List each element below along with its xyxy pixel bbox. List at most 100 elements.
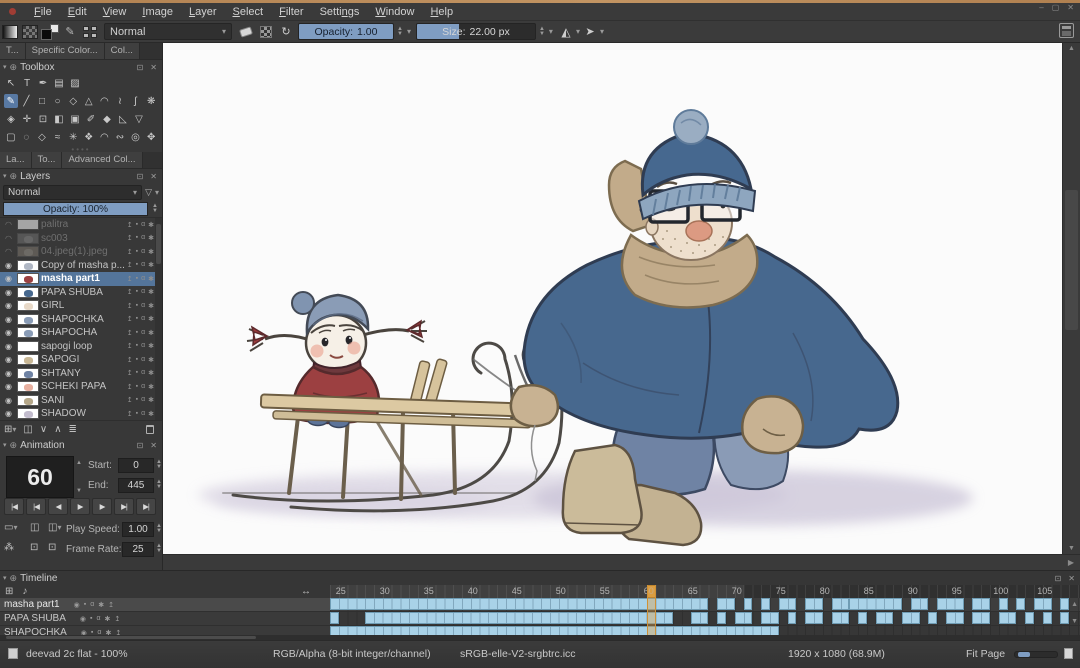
- maximize-icon[interactable]: ▢: [1052, 3, 1060, 12]
- end-spinner[interactable]: ▲▼: [156, 480, 162, 490]
- tool-ellipse-select[interactable]: ◌: [20, 130, 34, 144]
- tab-t[interactable]: T...: [0, 43, 26, 59]
- move-layer-down-button[interactable]: ∨: [40, 424, 47, 435]
- lock-icon[interactable]: ▪: [136, 329, 138, 337]
- menu-image[interactable]: Image: [134, 5, 181, 19]
- tool-color-sampler[interactable]: ✐: [84, 112, 98, 126]
- pin-icon[interactable]: ↥: [127, 261, 133, 269]
- pin-icon[interactable]: ↥: [127, 288, 133, 296]
- lock-icon[interactable]: ▪: [136, 234, 138, 242]
- lock-icon[interactable]: ▪: [136, 356, 138, 364]
- layer-row[interactable]: ◠04.jpeg(1).jpeg↥▪α✱: [0, 245, 162, 259]
- reload-preset-button[interactable]: ↻: [277, 23, 295, 41]
- visibility-toggle-icon[interactable]: ◉: [2, 288, 15, 297]
- visibility-toggle-icon[interactable]: ◠: [2, 234, 15, 243]
- auto-frame-button[interactable]: ◫: [30, 522, 39, 533]
- current-frame-display[interactable]: 60: [6, 456, 74, 498]
- alpha-icon[interactable]: α: [141, 288, 145, 296]
- tool-polyline[interactable]: △: [82, 94, 96, 108]
- tool-gradient[interactable]: ▣: [68, 112, 82, 126]
- layer-row[interactable]: ◉sapogi loop↥▪α✱: [0, 340, 162, 354]
- properties-icon[interactable]: ✱: [148, 315, 154, 323]
- tool-assistants[interactable]: ▽: [132, 112, 146, 126]
- visibility-icon[interactable]: ◉: [80, 615, 86, 623]
- pin-icon[interactable]: ↥: [127, 383, 133, 391]
- keyframe-segment[interactable]: [972, 598, 990, 610]
- keyframe-segment[interactable]: [330, 612, 339, 624]
- timeline-vertical-spinner[interactable]: ▲▼: [1071, 601, 1078, 625]
- fg-bg-color-button[interactable]: [41, 23, 59, 41]
- alpha-icon[interactable]: α: [141, 248, 145, 256]
- scrollbar-thumb[interactable]: [6, 636, 256, 639]
- pin-icon[interactable]: ↥: [127, 356, 133, 364]
- properties-icon[interactable]: ✱: [148, 261, 154, 269]
- visibility-toggle-icon[interactable]: ◉: [2, 409, 15, 418]
- pin-icon[interactable]: ↥: [127, 234, 133, 242]
- layer-row[interactable]: ◉SANI↥▪α✱: [0, 394, 162, 408]
- tool-text[interactable]: T: [20, 76, 34, 90]
- keyframe-segment[interactable]: [761, 598, 770, 610]
- canvas-vertical-scrollbar[interactable]: ▲ ▼: [1062, 43, 1080, 554]
- layer-row[interactable]: ◉SHAPOCHKA↥▪α✱: [0, 313, 162, 327]
- keyframe-segment[interactable]: [946, 612, 964, 624]
- visibility-toggle-icon[interactable]: ◉: [2, 261, 15, 270]
- zoom-mode[interactable]: Fit Page: [966, 648, 1005, 660]
- tool-bezier-curve[interactable]: ◠: [98, 94, 112, 108]
- lock-icon[interactable]: ▪: [136, 221, 138, 229]
- audio-icon[interactable]: ♪: [22, 586, 27, 597]
- move-layer-up-button[interactable]: ∧: [54, 424, 61, 435]
- keyframe-segment[interactable]: [1060, 612, 1069, 624]
- alpha-icon[interactable]: α: [90, 601, 94, 609]
- canvas[interactable]: [163, 43, 1062, 554]
- tool-transform[interactable]: ◈: [4, 112, 18, 126]
- onion-skin-button[interactable]: ▭▾: [4, 522, 17, 533]
- lock-icon[interactable]: ▪: [136, 248, 138, 256]
- layer-filter-icon[interactable]: ▽: [145, 187, 152, 198]
- layer-row[interactable]: ◉SHADOW↥▪α✱: [0, 407, 162, 420]
- layer-blend-mode-dropdown[interactable]: Normal ▾: [3, 185, 142, 200]
- keyframe-segment[interactable]: [1060, 598, 1069, 610]
- wrap-around-button[interactable]: ➤: [581, 23, 599, 41]
- close-docker-icon[interactable]: ✕: [148, 441, 159, 450]
- opacity-options-caret[interactable]: ▾: [407, 27, 411, 36]
- drop-frames-button[interactable]: ⊡: [30, 542, 38, 553]
- alpha-icon[interactable]: α: [141, 275, 145, 283]
- keyframe-segment[interactable]: [365, 612, 673, 624]
- pin-icon[interactable]: ↥: [127, 302, 133, 310]
- keyframe-segment[interactable]: [1025, 612, 1034, 624]
- alpha-icon[interactable]: α: [141, 410, 145, 418]
- wrap-around-caret[interactable]: ▾: [600, 27, 604, 36]
- properties-icon[interactable]: ✱: [148, 369, 154, 377]
- pin-icon[interactable]: ↥: [127, 396, 133, 404]
- gradient-button[interactable]: [1, 23, 19, 41]
- tool-ellipse[interactable]: ○: [51, 94, 65, 108]
- alpha-icon[interactable]: α: [141, 369, 145, 377]
- properties-icon[interactable]: ✱: [98, 601, 104, 609]
- timeline-layer-row[interactable]: masha part1◉▪α✱↥: [0, 598, 330, 612]
- float-docker-icon[interactable]: ⊡: [135, 441, 146, 450]
- menu-view[interactable]: View: [95, 5, 135, 19]
- properties-icon[interactable]: ✱: [105, 615, 111, 623]
- tab-la[interactable]: La...: [0, 152, 32, 168]
- properties-icon[interactable]: ✱: [148, 248, 154, 256]
- visibility-icon[interactable]: ◉: [74, 601, 80, 609]
- alpha-icon[interactable]: α: [96, 615, 100, 623]
- collapse-icon[interactable]: ▾: [3, 63, 7, 71]
- properties-icon[interactable]: ✱: [148, 342, 154, 350]
- layer-properties-button[interactable]: ≣: [69, 424, 77, 435]
- zoom-slider[interactable]: [1014, 651, 1058, 658]
- tool-similar-select[interactable]: ❖: [82, 130, 96, 144]
- menu-window[interactable]: Window: [367, 5, 422, 19]
- timeline-frame-row[interactable]: [330, 612, 1080, 626]
- properties-icon[interactable]: ✱: [148, 302, 154, 310]
- keyframe-segment[interactable]: [849, 598, 902, 610]
- pattern-button[interactable]: [21, 23, 39, 41]
- alpha-icon[interactable]: α: [141, 342, 145, 350]
- delete-layer-button[interactable]: [146, 425, 154, 434]
- layer-row[interactable]: ◠sc003↥▪α✱: [0, 232, 162, 246]
- mirror-caret[interactable]: ▾: [576, 27, 580, 36]
- timeline-layer-row[interactable]: PAPA SHUBA◉▪α✱↥: [0, 612, 330, 626]
- scroll-right-icon[interactable]: ▶: [1068, 558, 1074, 567]
- keyframe-segment[interactable]: [761, 612, 779, 624]
- tool-line[interactable]: ╱: [20, 94, 34, 108]
